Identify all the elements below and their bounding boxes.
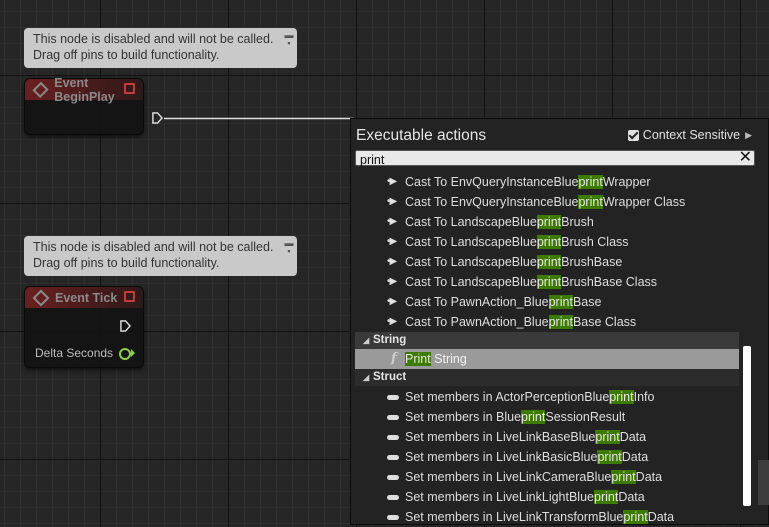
event-tick-node[interactable]: Event Tick Delta Seconds — [24, 286, 144, 368]
cast-arrow-icon: •▶ — [387, 236, 397, 247]
search-input[interactable] — [356, 153, 730, 167]
context-sensitive-label: Context Sensitive — [642, 128, 741, 142]
category-struct[interactable]: ◢ Struct — [355, 369, 739, 386]
list-item[interactable]: •▶ Cast To LandscapeBlueprintBrushBase C… — [355, 272, 739, 292]
list-item[interactable]: •▶ Cast To PawnAction_BlueprintBase — [355, 292, 739, 312]
cast-arrow-icon: •▶ — [387, 316, 397, 327]
list-item[interactable]: Set members in LiveLinkBasicBlueprintDat… — [355, 447, 739, 467]
struct-icon — [387, 435, 399, 440]
pin-icon[interactable]: ▬ ▪ — [284, 31, 294, 48]
list-item[interactable]: •▶ Cast To LandscapeBlueprintBrushBase — [355, 252, 739, 272]
pin-icon[interactable]: ▬ ▪ — [284, 239, 294, 256]
comment-text-line2: Drag off pins to build functionality. — [33, 255, 220, 270]
list-item[interactable]: Set members in LiveLinkBaseBlueprintData — [355, 427, 739, 447]
node-header: Event BeginPlay — [25, 76, 143, 104]
cast-arrow-icon: •▶ — [387, 256, 397, 267]
list-item[interactable]: •▶ Cast To PawnAction_BlueprintBase Clas… — [355, 312, 739, 332]
list-item[interactable]: Set members in BlueprintSessionResult — [355, 407, 739, 427]
exec-output-pin-icon[interactable] — [120, 320, 131, 332]
struct-icon — [387, 395, 399, 400]
struct-icon — [387, 515, 399, 520]
checkbox-checked-icon[interactable] — [627, 129, 639, 141]
comment-text-line1: This node is disabled and will not be ca… — [33, 32, 274, 46]
node-header: Event Tick — [25, 287, 143, 308]
connection-wire — [164, 117, 354, 120]
event-diamond-icon — [32, 81, 49, 98]
search-box[interactable]: ✕ — [355, 149, 755, 167]
list-item[interactable]: Set members in LiveLinkLightBlueprintDat… — [355, 487, 739, 507]
list-item[interactable]: •▶ Cast To LandscapeBlueprintBrush — [355, 212, 739, 232]
struct-icon — [387, 455, 399, 460]
category-label: String — [373, 334, 407, 346]
delegate-pin-icon[interactable] — [124, 291, 135, 302]
list-item[interactable]: •▶ Cast To LandscapeBlueprintBrush Class — [355, 232, 739, 252]
disabled-node-comment: This node is disabled and will not be ca… — [24, 236, 297, 276]
print-string-item[interactable]: f Print String — [355, 349, 739, 369]
collapse-triangle-icon[interactable]: ◢ — [363, 332, 369, 349]
list-item[interactable]: •▶ Cast To EnvQueryInstanceBlueprintWrap… — [355, 172, 739, 192]
float-pin-icon[interactable] — [119, 348, 131, 360]
struct-icon — [387, 495, 399, 500]
cast-arrow-icon: •▶ — [387, 196, 397, 207]
list-scrollbar[interactable] — [743, 346, 751, 506]
chevron-right-icon[interactable]: ▶ — [745, 130, 752, 141]
list-item[interactable]: •▶ Cast To EnvQueryInstanceBlueprintWrap… — [355, 192, 739, 212]
float-pin-arrow-icon — [131, 349, 135, 357]
event-diamond-icon — [32, 289, 50, 306]
struct-icon — [387, 415, 399, 420]
delegate-pin-icon[interactable] — [124, 83, 135, 94]
cast-arrow-icon: •▶ — [387, 216, 397, 227]
cast-arrow-icon: •▶ — [387, 176, 397, 187]
list-item[interactable]: Set members in ActorPerceptionBlueprintI… — [355, 387, 739, 407]
category-string[interactable]: ◢ String — [355, 332, 739, 349]
exec-output-pin-icon[interactable] — [152, 112, 163, 124]
node-title: Event Tick — [55, 290, 118, 305]
cast-arrow-icon: •▶ — [387, 296, 397, 307]
list-item[interactable]: Set members in LiveLinkTransformBlueprin… — [355, 507, 739, 527]
collapse-triangle-icon[interactable]: ◢ — [363, 369, 369, 386]
struct-icon — [387, 475, 399, 480]
category-label: Struct — [373, 371, 407, 383]
executable-actions-menu: Executable actions Context Sensitive ▶ ✕… — [350, 118, 769, 525]
context-sensitive-toggle[interactable]: Context Sensitive ▶ — [627, 128, 752, 142]
delta-seconds-label: Delta Seconds — [35, 346, 114, 360]
disabled-node-comment: This node is disabled and will not be ca… — [24, 28, 297, 68]
graph-scrollbar[interactable] — [758, 460, 769, 505]
comment-text-line2: Drag off pins to build functionality. — [33, 47, 220, 62]
function-icon: f — [391, 351, 397, 366]
clear-search-icon[interactable]: ✕ — [739, 149, 752, 167]
cast-arrow-icon: •▶ — [387, 276, 397, 287]
menu-title: Executable actions — [356, 127, 487, 144]
comment-text-line1: This node is disabled and will not be ca… — [33, 240, 274, 254]
list-item[interactable]: Set members in LiveLinkCameraBlueprintDa… — [355, 467, 739, 487]
event-beginplay-node[interactable]: Event BeginPlay — [24, 76, 163, 135]
